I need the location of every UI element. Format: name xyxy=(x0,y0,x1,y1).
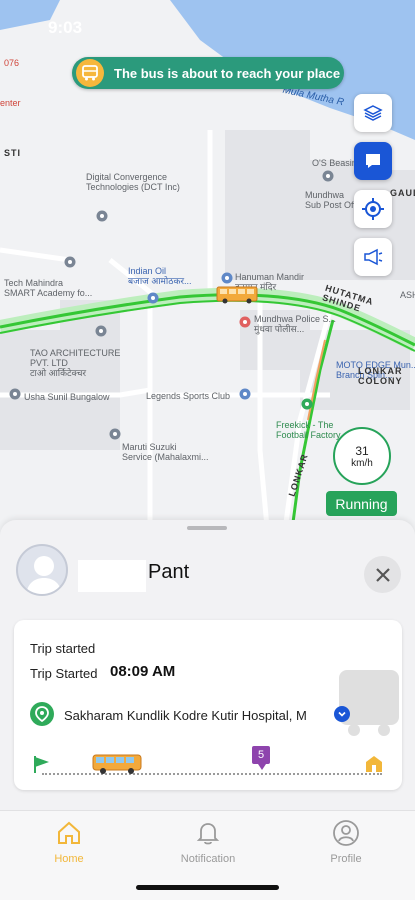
map-label-poi: O'S Beasin xyxy=(312,158,357,168)
home-icon xyxy=(58,821,80,844)
map-label-poi: Digital Convergence Technologies (DCT In… xyxy=(86,172,180,192)
map-label-poi: STI xyxy=(4,148,22,158)
tab-label: Home xyxy=(54,853,84,865)
map-label-poi: TAO ARCHITECTURE PVT. LTD टाओ आर्किटेक्च… xyxy=(30,348,121,378)
start-flag-icon xyxy=(34,756,49,773)
chevron-down-icon[interactable] xyxy=(334,706,350,722)
map-label-poi: Tech Mahindra SMART Academy fo... xyxy=(4,278,93,298)
layers-icon xyxy=(363,105,383,121)
trip-progress: 5 xyxy=(32,740,384,780)
poi-pin-icon xyxy=(64,256,76,268)
name-redaction xyxy=(78,560,146,592)
arrival-banner: The bus is about to reach your place xyxy=(72,57,344,89)
tab-notification[interactable]: Notification xyxy=(158,819,258,865)
map-label-poi: Freekick - The Football Factory xyxy=(276,420,341,440)
bus-marker-icon xyxy=(216,286,258,304)
close-icon xyxy=(375,567,390,582)
map-label-poi: Indian Oil बजाज आमोठकर... xyxy=(128,266,192,286)
poi-pin-icon xyxy=(322,170,334,182)
chat-button[interactable] xyxy=(354,142,392,180)
map-label-poi: Usha Sunil Bungalow xyxy=(24,392,110,402)
map-label-poi: Maruti Suzuki Service (Mahalaxmi... xyxy=(122,442,209,462)
map-label-poi: ASHI xyxy=(400,290,415,300)
tab-home[interactable]: Home xyxy=(19,819,119,865)
map-label-poi: 076 xyxy=(4,58,20,68)
announce-button[interactable] xyxy=(354,238,392,276)
locate-button[interactable] xyxy=(354,190,392,228)
bus-watermark-icon xyxy=(339,670,399,736)
chat-icon xyxy=(366,154,380,168)
map-label-area: LONKAR COLONY xyxy=(358,366,403,386)
bus-progress-icon xyxy=(92,754,142,774)
stop-name: Sakharam Kundlik Kodre Kutir Hospital, M xyxy=(64,708,307,723)
close-button[interactable] xyxy=(364,556,401,593)
map-label-poi: enter xyxy=(0,98,21,108)
avatar xyxy=(16,544,68,596)
map-label-poi: Legends Sports Club xyxy=(146,391,231,401)
sheet-drag-handle[interactable] xyxy=(187,526,227,530)
school-icon xyxy=(366,756,382,772)
poi-pin-icon xyxy=(301,398,313,410)
banner-text: The bus is about to reach your place xyxy=(114,65,341,81)
poi-pin-icon xyxy=(109,428,121,440)
stop-pin-icon xyxy=(30,702,54,726)
speed-unit: km/h xyxy=(351,457,373,469)
speed-indicator: 31 km/h xyxy=(333,427,391,485)
status-badge: Running xyxy=(326,491,397,516)
map-label-poi: Mundhwa Police S... मुंधवा पोलीस... xyxy=(254,314,337,334)
stop-count-badge: 5 xyxy=(252,746,270,764)
trip-status-label: Trip started xyxy=(30,641,96,656)
poi-pin-icon xyxy=(221,272,233,284)
badge-pointer xyxy=(258,764,266,770)
tab-label: Profile xyxy=(330,853,362,865)
bus-icon xyxy=(76,59,104,87)
tab-label: Notification xyxy=(180,853,236,865)
trip-started-label: Trip Started xyxy=(30,666,98,681)
poi-pin-icon xyxy=(9,388,21,400)
speed-value: 31 xyxy=(355,443,369,458)
map-label-poi: GAUL xyxy=(390,188,415,198)
poi-pin-icon xyxy=(96,210,108,222)
trip-start-time: 08:09 AM xyxy=(110,663,176,680)
poi-pin-icon xyxy=(239,316,251,328)
poi-pin-icon xyxy=(95,325,107,337)
poi-pin-icon xyxy=(147,292,159,304)
poi-pin-icon xyxy=(239,388,251,400)
bell-icon xyxy=(196,823,220,845)
megaphone-icon xyxy=(364,248,383,266)
trip-card[interactable]: Trip started Trip Started 08:09 AM Sakha… xyxy=(14,620,402,790)
locate-icon xyxy=(362,198,384,220)
profile-icon xyxy=(333,820,359,846)
layers-button[interactable] xyxy=(354,94,392,132)
tab-profile[interactable]: Profile xyxy=(296,819,396,865)
status-time: 9:03 xyxy=(48,18,83,37)
home-indicator xyxy=(136,885,279,890)
driver-name: Pant xyxy=(148,561,190,583)
